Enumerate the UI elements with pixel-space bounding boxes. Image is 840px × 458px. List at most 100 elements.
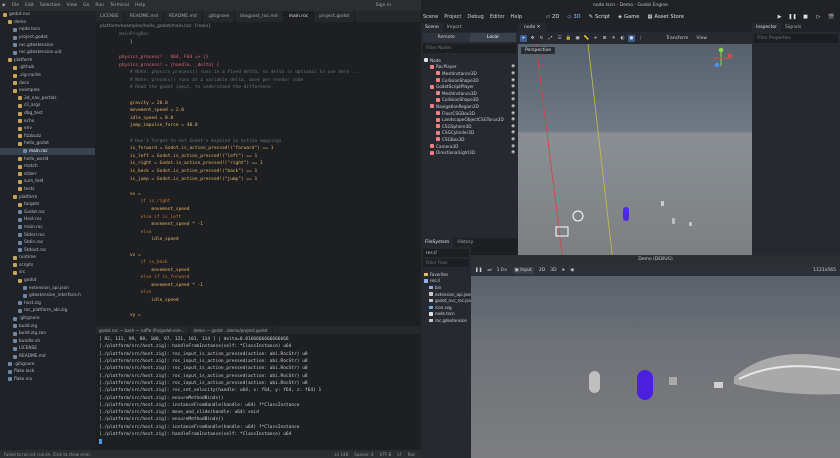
scene-tree-node[interactable]: CollisionShape3D ◉ — [421, 97, 518, 104]
dock-tab-import[interactable]: Import — [443, 23, 466, 32]
game-view[interactable] — [471, 276, 840, 458]
filesystem-path[interactable]: res:// — [423, 249, 469, 257]
menu-item-view[interactable]: View — [66, 3, 77, 8]
status-item[interactable]: Spaces: 4 — [354, 452, 373, 457]
terminal-tab[interactable]: godot.roc — bash — ruffle (fix/godot-vim… — [95, 326, 190, 334]
scene-tree-node[interactable]: DirectionalLight3D ◉ — [421, 149, 518, 156]
scale-tool-icon[interactable]: ⤢ — [547, 35, 554, 42]
explorer-item[interactable]: flake.nix — [0, 376, 95, 384]
explorer-item[interactable]: sum_fold — [0, 178, 95, 186]
explorer-item[interactable]: src — [0, 269, 95, 277]
rotate-tool-icon[interactable]: ↻ — [538, 35, 545, 42]
explorer-item[interactable]: LICENSE — [0, 345, 95, 353]
explorer-item[interactable]: roc_platform_abi.zig — [0, 307, 95, 315]
view-menu[interactable]: View — [696, 36, 707, 41]
explorer-item[interactable]: match — [0, 163, 95, 171]
explorer-item[interactable]: flake.lock — [0, 368, 95, 376]
explorer-item[interactable]: cli_args — [0, 102, 95, 110]
explorer-item[interactable]: roc.gdextension.uid — [0, 49, 95, 57]
dock-tab-scene[interactable]: Scene — [421, 23, 443, 32]
perspective-button[interactable]: Perspective — [521, 47, 556, 54]
camera-toggle-icon[interactable]: ● — [628, 34, 635, 42]
explorer-item[interactable]: fizzbuzz — [0, 133, 95, 141]
explorer-item[interactable]: hello_godot — [0, 140, 95, 148]
sun-toggle-icon[interactable]: ☀ — [610, 35, 617, 42]
explorer-item[interactable]: Stdout.roc — [0, 246, 95, 254]
editor-tab[interactable]: main.roc — [283, 11, 315, 22]
explorer-item[interactable]: .gitignore — [0, 360, 95, 368]
explorer-item[interactable]: platform — [0, 57, 95, 65]
explorer-item[interactable]: main.roc — [0, 224, 95, 232]
scene-tree-node[interactable]: LandscapeObjectCSGTorus3D ◉ — [421, 116, 518, 123]
visibility-eye-icon[interactable]: ◉ — [511, 117, 515, 122]
filter-nodes-input[interactable]: Filter Nodes — [423, 44, 516, 53]
status-item[interactable]: UTF-8 — [380, 452, 392, 457]
scene-tree-node[interactable]: CSGBox3D ◉ — [421, 136, 518, 143]
explorer-item[interactable]: echo — [0, 117, 95, 125]
pause-icon[interactable]: ❚❚ — [788, 13, 797, 20]
scene-tree-node[interactable]: CSGCylinder3D ◉ — [421, 130, 518, 137]
explorer-item[interactable]: godot.nvc — [0, 11, 95, 19]
explorer-item[interactable]: Host.roc — [0, 216, 95, 224]
movie-icon[interactable]: 🎬 — [827, 13, 836, 20]
visibility-eye-icon[interactable]: ◉ — [511, 124, 515, 129]
select-tool-icon[interactable]: ➤ — [520, 34, 527, 42]
explorer-item[interactable]: host.zig — [0, 300, 95, 308]
editor-tab[interactable]: README.md — [125, 11, 164, 22]
move-tool-icon[interactable]: ✥ — [529, 35, 536, 42]
editor-tab[interactable]: .gitignore — [203, 11, 236, 22]
editor-tab[interactable]: project.godot — [314, 11, 356, 22]
workspace-script[interactable]: ✎ Script — [589, 14, 610, 20]
visibility-eye-icon[interactable]: ◉ — [511, 84, 515, 89]
scene-tree-node[interactable]: MeshInstance3D ◉ — [421, 70, 518, 77]
scene-tab-node[interactable]: node ✕ — [518, 23, 547, 32]
editor-tab[interactable]: README.md — [164, 11, 203, 22]
visibility-eye-icon[interactable]: ◉ — [511, 111, 515, 116]
workspace-2d[interactable]: ▱ 2D — [546, 14, 559, 20]
status-item[interactable]: LF — [397, 452, 402, 457]
dock-tab-signals[interactable]: Signals — [781, 23, 805, 32]
explorer-item[interactable]: examples — [0, 87, 95, 95]
status-item[interactable]: Roc — [408, 452, 415, 457]
explorer-item[interactable]: env — [0, 125, 95, 133]
menu-item-run[interactable]: Run — [95, 3, 104, 8]
filesystem-item[interactable]: extension_api.json — [421, 291, 472, 298]
step-icon[interactable]: ⏭ — [488, 267, 492, 273]
scene-tree-node[interactable]: GodotScriptPlayer ◉ — [421, 83, 518, 90]
scene-tree-node[interactable]: RocPlayer ◉ — [421, 64, 518, 71]
play-icon[interactable]: ▶ — [775, 13, 784, 20]
menu-item-go[interactable]: Go — [83, 3, 89, 8]
dock-tab-filesystem[interactable]: FileSystem — [421, 238, 454, 247]
filesystem-item[interactable]: node.tscn — [421, 311, 471, 318]
scene-tree-node[interactable]: Node — [421, 57, 518, 64]
lock-icon[interactable]: 🔒 — [565, 35, 572, 42]
explorer-item[interactable]: tests — [0, 186, 95, 194]
sign-in-button[interactable]: Sign in — [376, 3, 391, 8]
filesystem-item[interactable]: Favorites — [421, 271, 471, 278]
menu-item-edit[interactable]: Edit — [25, 3, 34, 8]
godot-menu-debug[interactable]: Debug — [467, 14, 483, 20]
explorer-item[interactable]: node.tscn — [0, 26, 95, 34]
menu-item-terminal[interactable]: Terminal — [110, 3, 129, 8]
filesystem-item[interactable]: icon.svg — [421, 304, 471, 311]
explorer-item[interactable]: demo — [0, 19, 95, 27]
explorer-item[interactable]: godot — [0, 277, 95, 285]
play-scene-icon[interactable]: ▷ — [814, 13, 823, 20]
explorer-item[interactable]: build.zig — [0, 322, 95, 330]
explorer-item[interactable]: .zig-cache — [0, 72, 95, 80]
group-icon[interactable]: ▣ — [574, 35, 581, 42]
filesystem-item[interactable]: godot_nvc_roc.json — [421, 297, 473, 304]
visibility-eye-icon[interactable]: ◉ — [511, 64, 515, 69]
filesystem-item[interactable]: roc.gdextension — [421, 317, 471, 324]
select-icon[interactable]: ➤ — [562, 268, 566, 273]
input-toggle[interactable]: ▣ Input — [512, 266, 534, 274]
explorer-item[interactable]: README.md — [0, 353, 95, 361]
visibility-eye-icon[interactable]: ◉ — [511, 97, 515, 102]
editor-tab[interactable]: LICENSE — [95, 11, 125, 22]
explorer-item[interactable]: roc.gdextension — [0, 41, 95, 49]
local-button[interactable]: Local — [469, 33, 516, 42]
scene-tree-node[interactable]: Camera3D ◉ — [421, 143, 518, 150]
scene-tree-node[interactable]: FloorCSGBox3D ◉ — [421, 110, 518, 117]
terminal-panel[interactable]: [ 82, 111, 99, 80, 108, 97, 121, 101, 11… — [95, 334, 421, 450]
explorer-item[interactable]: Godot.roc — [0, 208, 95, 216]
